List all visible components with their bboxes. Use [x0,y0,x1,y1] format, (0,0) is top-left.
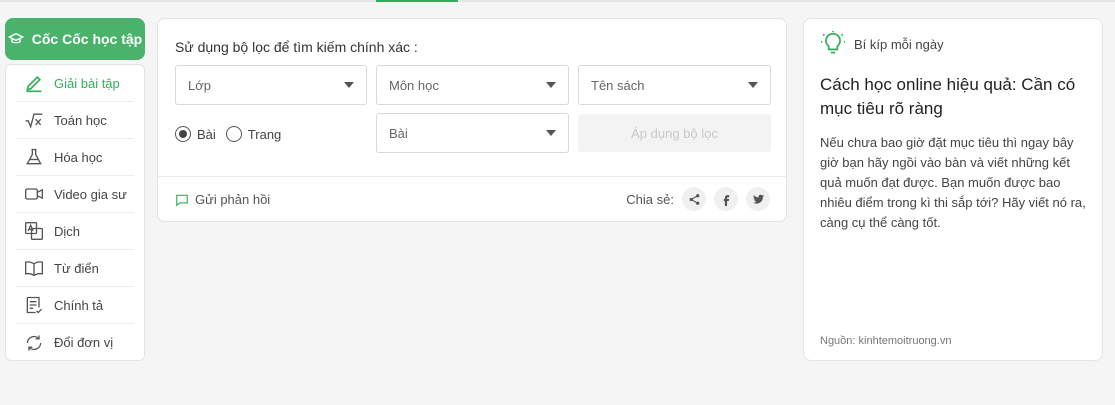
chevron-down-icon [344,82,354,88]
video-camera-icon [25,188,43,200]
twitter-icon [752,194,764,204]
sidebar-item-label: Video gia sư [54,186,127,202]
sidebar-item-label: Dịch [54,223,81,239]
share-icon [689,193,699,205]
book-select[interactable]: Tên sách [578,65,771,105]
chevron-down-icon [748,82,758,88]
open-book-icon [25,261,43,277]
feedback-label: Gửi phản hồi [195,192,271,207]
apply-filter-button[interactable]: Áp dụng bộ lọc [578,114,771,152]
sidebar-item-label: Toán học [54,112,107,128]
share-button[interactable] [682,187,706,211]
lightbulb-icon [821,31,845,54]
tip-title[interactable]: Cách học online hiệu quả: Cần có mục tiê… [820,73,1092,121]
sidebar-item-label: Đổi đơn vị [54,335,114,350]
sidebar-item-giai-bai-tap[interactable]: Giải bài tập [16,65,134,102]
comment-icon [176,194,188,206]
sidebar-item-video-gia-su[interactable]: Video gia sư [16,176,134,213]
radio-bai[interactable]: Bài [175,126,216,142]
grade-select[interactable]: Lớp [175,65,367,105]
sidebar-item-chinh-ta[interactable]: Chính tả [16,287,134,324]
document-check-icon [26,296,42,314]
subject-select[interactable]: Môn học [376,65,569,105]
tip-header: Bí kíp mỗi ngày [820,31,944,57]
lesson-select-value: Bài [389,125,408,141]
facebook-icon [723,194,729,206]
brand-button[interactable]: Cốc Cốc học tập [5,18,145,60]
filter-card: Sử dụng bộ lọc để tìm kiếm chính xác : L… [157,18,787,222]
chevron-down-icon [546,82,556,88]
sidebar-item-hoa-hoc[interactable]: Hóa học [16,139,134,176]
radio-trang[interactable]: Trang [225,126,282,142]
share-label: Chia sẻ: [626,191,674,207]
sidebar-item-tu-dien[interactable]: Từ điển [16,250,134,287]
convert-arrows-icon [26,335,42,350]
radio-checked-icon [175,126,191,142]
feedback-link[interactable]: Gửi phản hồi [175,192,270,207]
sidebar-item-label: Hóa học [54,149,103,165]
radio-bai-label: Bài [197,126,216,142]
tip-body: Nếu chưa bao giờ đặt mục tiêu thì ngay b… [820,135,1086,230]
tip-header-label: Bí kíp mỗi ngày [854,36,944,52]
book-select-value: Tên sách [591,77,645,93]
sidebar: Giải bài tập Toán học Hóa học Video gia … [5,64,145,361]
brand-label: Cốc Cốc học tập [31,31,143,47]
share-bar: Chia sẻ: [626,187,770,211]
facebook-share-button[interactable] [714,187,738,211]
filter-title: Sử dụng bộ lọc để tìm kiếm chính xác : [175,39,418,55]
sidebar-item-doi-don-vi[interactable]: Đổi đơn vị [16,324,134,361]
divider [158,176,786,177]
tip-source: Nguồn: kinhtemoitruong.vn [820,335,952,347]
flask-icon [26,148,42,165]
radio-trang-label: Trang [247,126,282,142]
daily-tip-card: Bí kíp mỗi ngày Cách học online hiệu quả… [803,18,1103,361]
chevron-down-icon [546,130,556,136]
sidebar-item-toan-hoc[interactable]: Toán học [16,102,134,139]
search-mode-radio-group: Bài Trang [175,126,281,142]
top-border [0,0,1115,2]
graduation-cap-icon [7,32,24,44]
sidebar-item-label: Từ điển [54,260,99,276]
active-tab-indicator [376,0,458,2]
sidebar-item-dich[interactable]: Dịch [16,213,134,250]
twitter-share-button[interactable] [746,187,770,211]
sidebar-item-label: Giải bài tập [54,75,120,91]
sidebar-item-label: Chính tả [54,297,104,313]
radio-unchecked-icon [225,126,242,142]
sqrt-x-icon [25,113,43,129]
grade-select-value: Lớp [188,77,211,93]
pencil-icon [26,75,42,93]
subject-select-value: Môn học [389,77,439,93]
translate-icon [25,222,44,240]
lesson-select[interactable]: Bài [376,113,569,153]
